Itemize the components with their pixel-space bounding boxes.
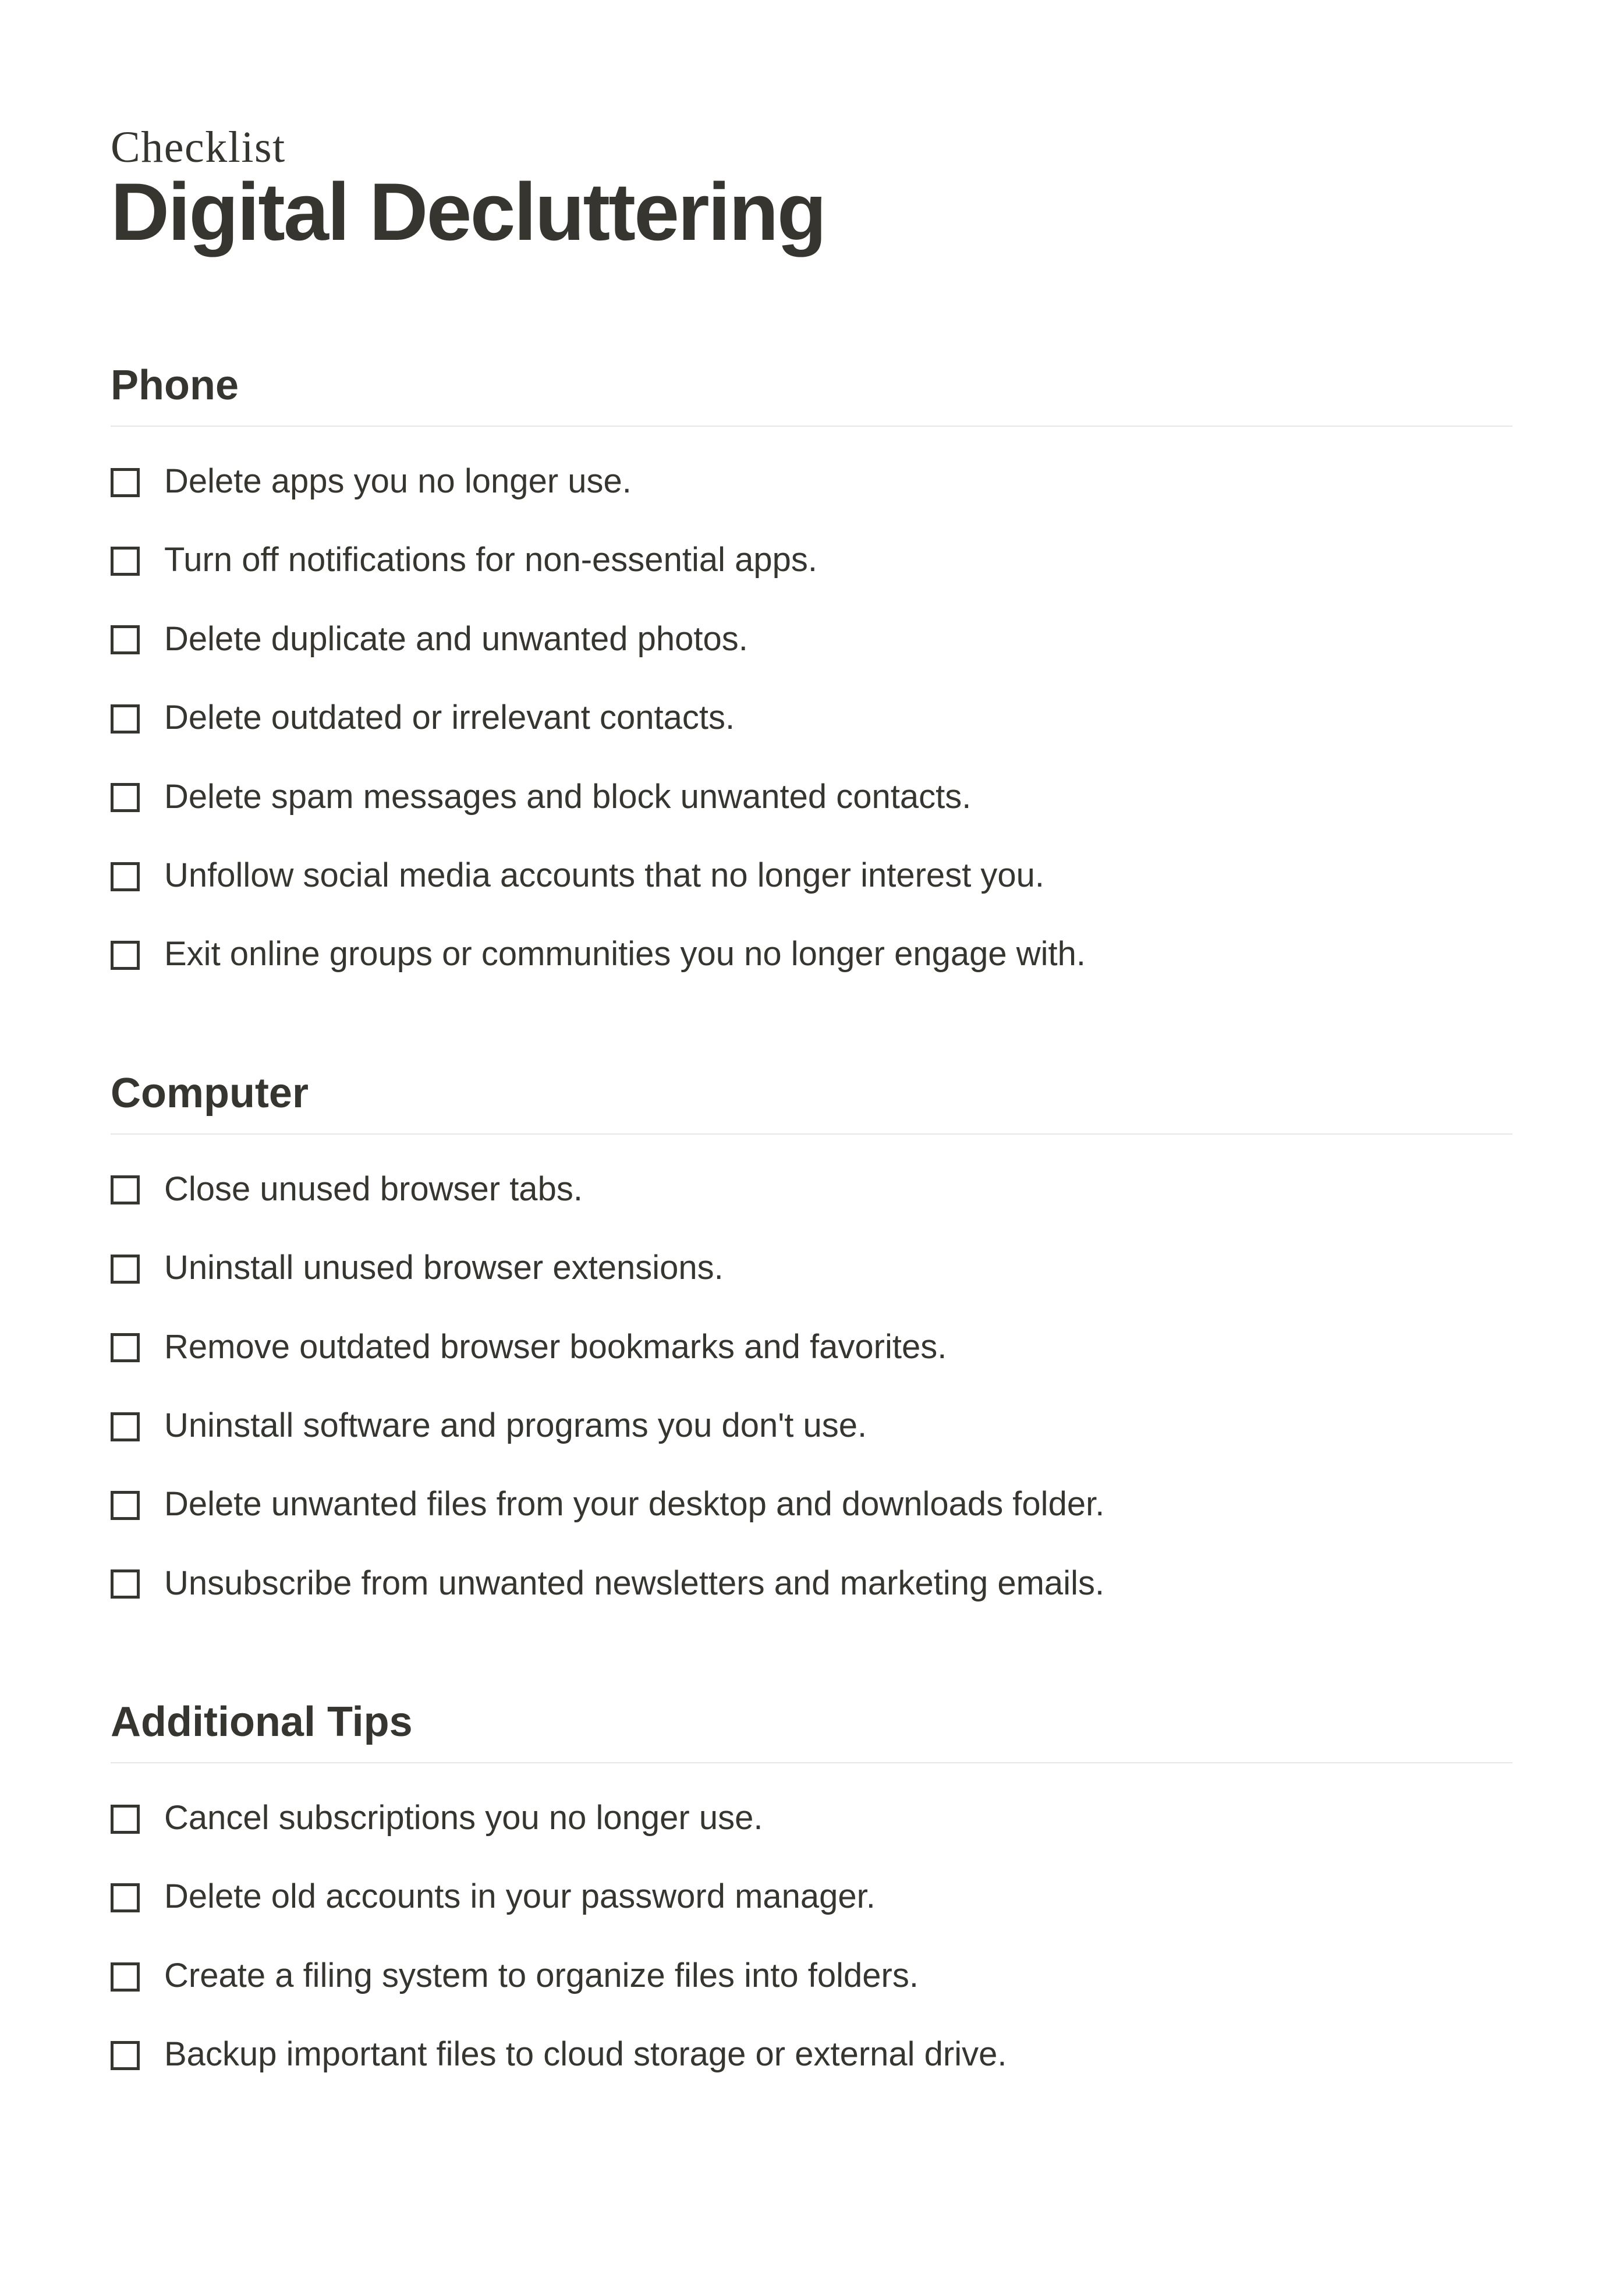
checkbox-icon[interactable] <box>111 2041 140 2070</box>
check-item: Delete duplicate and unwanted photos. <box>111 617 1512 661</box>
check-item-text: Delete duplicate and unwanted photos. <box>164 617 748 661</box>
checklist: Close unused browser tabs. Uninstall unu… <box>111 1167 1512 1605</box>
check-item-text: Create a filing system to organize files… <box>164 1954 919 1997</box>
check-item: Turn off notifications for non-essential… <box>111 538 1512 582</box>
check-item-text: Unsubscribe from unwanted newsletters an… <box>164 1561 1104 1605</box>
checkbox-icon[interactable] <box>111 468 140 497</box>
check-item-text: Close unused browser tabs. <box>164 1167 583 1211</box>
checklist: Cancel subscriptions you no longer use. … <box>111 1796 1512 2077</box>
divider <box>111 1133 1512 1135</box>
check-item: Delete outdated or irrelevant contacts. <box>111 696 1512 739</box>
check-item: Backup important files to cloud storage … <box>111 2032 1512 2076</box>
check-item-text: Uninstall software and programs you don'… <box>164 1404 867 1447</box>
section-heading: Computer <box>111 1069 1512 1117</box>
checkbox-icon[interactable] <box>111 1491 140 1520</box>
check-item: Delete old accounts in your password man… <box>111 1875 1512 1918</box>
check-item-text: Delete apps you no longer use. <box>164 459 632 503</box>
check-item-text: Delete spam messages and block unwanted … <box>164 775 971 819</box>
check-item-text: Exit online groups or communities you no… <box>164 932 1086 976</box>
checklist: Delete apps you no longer use. Turn off … <box>111 459 1512 976</box>
check-item-text: Uninstall unused browser extensions. <box>164 1246 724 1289</box>
check-item: Uninstall software and programs you don'… <box>111 1404 1512 1447</box>
check-item: Uninstall unused browser extensions. <box>111 1246 1512 1289</box>
checkbox-icon[interactable] <box>111 547 140 576</box>
section-heading: Additional Tips <box>111 1698 1512 1746</box>
check-item: Cancel subscriptions you no longer use. <box>111 1796 1512 1840</box>
checkbox-icon[interactable] <box>111 783 140 812</box>
checkbox-icon[interactable] <box>111 1883 140 1912</box>
checkbox-icon[interactable] <box>111 625 140 654</box>
check-item: Create a filing system to organize files… <box>111 1954 1512 1997</box>
check-item: Close unused browser tabs. <box>111 1167 1512 1211</box>
check-item: Exit online groups or communities you no… <box>111 932 1512 976</box>
check-item: Delete apps you no longer use. <box>111 459 1512 503</box>
checkbox-icon[interactable] <box>111 941 140 970</box>
check-item: Remove outdated browser bookmarks and fa… <box>111 1325 1512 1369</box>
checkbox-icon[interactable] <box>111 1412 140 1441</box>
checkbox-icon[interactable] <box>111 704 140 734</box>
check-item-text: Unfollow social media accounts that no l… <box>164 853 1044 897</box>
check-item-text: Delete unwanted files from your desktop … <box>164 1482 1104 1526</box>
check-item-text: Delete old accounts in your password man… <box>164 1875 876 1918</box>
check-item-text: Cancel subscriptions you no longer use. <box>164 1796 763 1840</box>
checkbox-icon[interactable] <box>111 1962 140 1992</box>
checkbox-icon[interactable] <box>111 1805 140 1834</box>
checkbox-icon[interactable] <box>111 862 140 891</box>
checkbox-icon[interactable] <box>111 1255 140 1284</box>
section-phone: Phone Delete apps you no longer use. Tur… <box>111 362 1512 976</box>
pretitle: Checklist <box>111 122 1512 173</box>
section-computer: Computer Close unused browser tabs. Unin… <box>111 1069 1512 1605</box>
check-item: Delete unwanted files from your desktop … <box>111 1482 1512 1526</box>
checkbox-icon[interactable] <box>111 1175 140 1204</box>
divider <box>111 426 1512 427</box>
page-title: Digital Decluttering <box>111 167 1512 257</box>
check-item-text: Backup important files to cloud storage … <box>164 2032 1007 2076</box>
checkbox-icon[interactable] <box>111 1569 140 1599</box>
section-heading: Phone <box>111 362 1512 409</box>
check-item-text: Turn off notifications for non-essential… <box>164 538 817 582</box>
checkbox-icon[interactable] <box>111 1333 140 1362</box>
section-additional-tips: Additional Tips Cancel subscriptions you… <box>111 1698 1512 2077</box>
divider <box>111 1762 1512 1763</box>
check-item: Unfollow social media accounts that no l… <box>111 853 1512 897</box>
check-item: Unsubscribe from unwanted newsletters an… <box>111 1561 1512 1605</box>
check-item-text: Remove outdated browser bookmarks and fa… <box>164 1325 947 1369</box>
check-item-text: Delete outdated or irrelevant contacts. <box>164 696 735 739</box>
check-item: Delete spam messages and block unwanted … <box>111 775 1512 819</box>
